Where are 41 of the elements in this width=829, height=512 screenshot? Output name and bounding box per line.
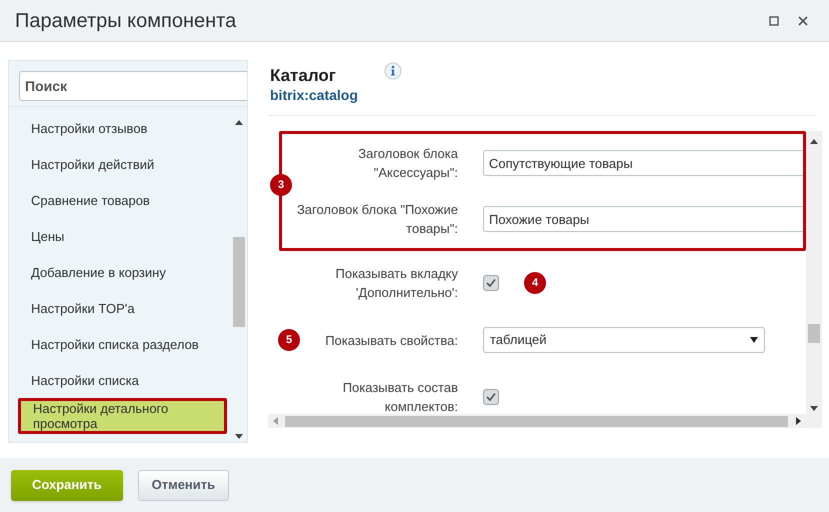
dropdown[interactable]: таблицей xyxy=(483,327,765,353)
scrollbar[interactable] xyxy=(806,131,822,428)
sidebar-item[interactable]: Цены xyxy=(19,218,227,254)
text-field[interactable]: Сопутствующие товары xyxy=(483,150,803,176)
text-field[interactable]: Похожие товары xyxy=(483,206,803,232)
field-label: Показывать состав комплектов: xyxy=(342,379,458,414)
sidebar-item[interactable]: Добавление в корзину xyxy=(19,254,227,290)
checkbox[interactable] xyxy=(483,389,499,405)
scroll-down-icon[interactable] xyxy=(235,434,243,439)
sidebar-item[interactable]: Настройки списка разделов xyxy=(19,326,227,362)
field-label: Заголовок блока "Аксессуары": xyxy=(357,145,458,182)
number-badge: 3 xyxy=(270,174,292,196)
sidebar-item[interactable]: Сравнение товаров xyxy=(19,182,227,218)
scroll-down-icon[interactable] xyxy=(810,406,818,411)
field-label: Показывать свойства: xyxy=(324,332,458,350)
maximize-icon[interactable] xyxy=(769,16,779,26)
scrollbar-thumb[interactable] xyxy=(808,324,820,343)
sidebar-item[interactable]: Настройки детального просмотра xyxy=(18,398,227,434)
cancel-button[interactable]: Отменить xyxy=(138,470,230,500)
number-badge: 4 xyxy=(524,272,546,294)
scroll-up-icon[interactable] xyxy=(235,120,243,125)
sidebar-item[interactable]: Настройки действий xyxy=(19,146,227,182)
sidebar-item[interactable]: Настройки списка xyxy=(19,362,227,398)
checkbox[interactable] xyxy=(483,275,499,291)
scroll-up-icon[interactable] xyxy=(810,139,818,144)
scrollbar-thumb[interactable] xyxy=(285,416,788,427)
search-field[interactable]: Поиск xyxy=(19,71,247,101)
field-label: Заголовок блока "Похожие товары": xyxy=(296,201,458,238)
window-title: Параметры компонента xyxy=(15,8,238,34)
scroll-right-icon[interactable] xyxy=(796,417,801,425)
component-title: Каталог xyxy=(270,66,337,86)
close-icon[interactable] xyxy=(798,16,808,26)
info-icon[interactable] xyxy=(384,62,402,80)
scrollbar-thumb[interactable] xyxy=(233,237,245,327)
field-label: Показывать вкладку 'Дополнительно': xyxy=(334,265,458,302)
sidebar-item[interactable]: Настройки отзывов xyxy=(19,110,227,146)
horizontal-scrollbar[interactable] xyxy=(268,414,806,428)
caret-icon xyxy=(750,337,758,343)
number-badge: 5 xyxy=(278,329,300,351)
sidebar-item[interactable]: Настройки TOP'а xyxy=(19,290,227,326)
component-code: bitrix:catalog xyxy=(270,86,358,104)
